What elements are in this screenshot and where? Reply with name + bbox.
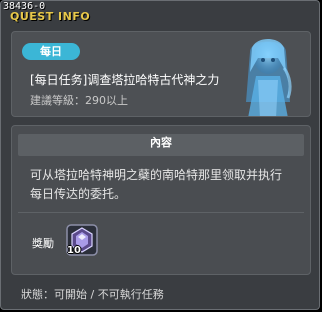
quest-header-panel: 每日 [每日任务]调查塔拉哈特古代神之力 建議等級：290以上: [11, 31, 311, 117]
content-section-title: 內容: [18, 134, 304, 156]
reward-count: 10: [67, 245, 81, 256]
reward-label: 獎勵: [32, 237, 54, 250]
quest-description: 可从塔拉哈特神明之蘗的南哈特那里领取并执行每日传达的委托。: [30, 168, 283, 201]
window-title: QUEST INFO: [10, 10, 91, 23]
quest-name: [每日任务]调查塔拉哈特古代神之力: [30, 73, 220, 87]
quest-status: 狀態：可開始 / 不可執行任務: [21, 288, 164, 301]
daily-badge: 每日: [22, 43, 80, 60]
quest-info-window: 38436-0 QUEST INFO 每日 [每日任务]调查塔拉哈特古代神之力 …: [0, 0, 320, 310]
recommended-level: 建議等級：290以上: [30, 94, 128, 107]
divider: [18, 212, 304, 213]
npc-portrait-icon: [246, 39, 292, 116]
quest-content-panel: 內容 可从塔拉哈特神明之蘗的南哈特那里领取并执行每日传达的委托。 獎勵 10: [11, 125, 311, 275]
reward-item[interactable]: 10: [64, 222, 100, 258]
